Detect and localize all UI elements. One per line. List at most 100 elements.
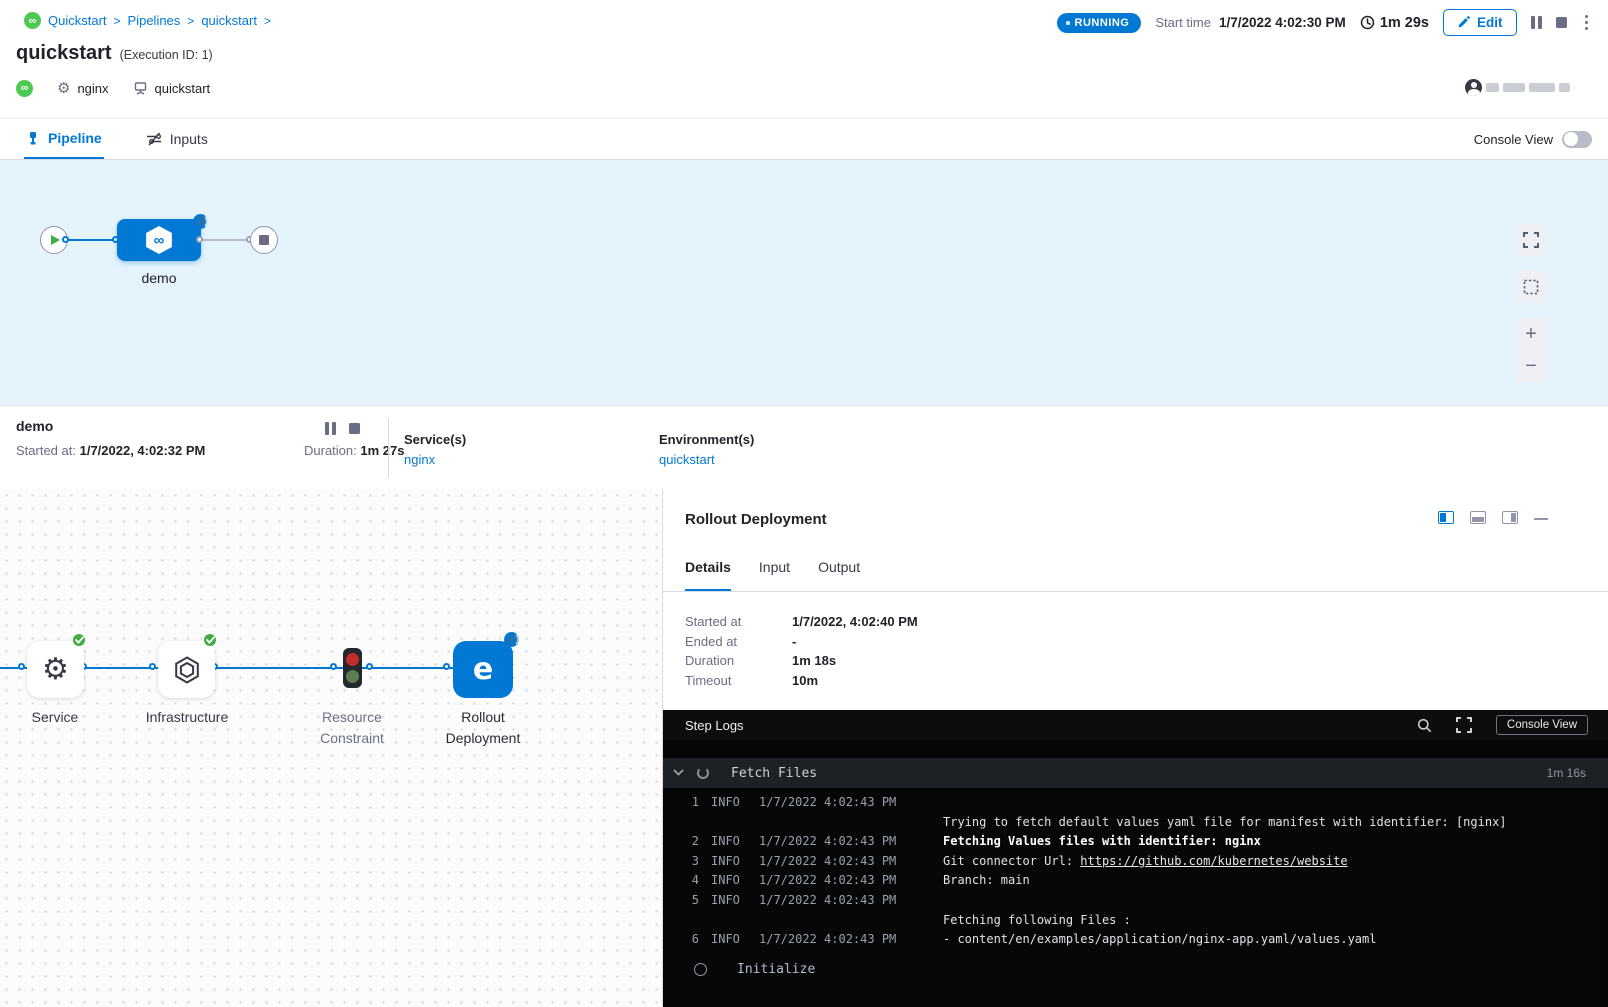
detail-label: Started at [685, 614, 792, 629]
log-row: 4INFO1/7/2022 4:02:43 PMBranch: main [663, 871, 1608, 891]
breadcrumb-link-pipeline[interactable]: quickstart [201, 13, 257, 28]
log-level: INFO [711, 832, 743, 852]
fullscreen-button[interactable] [1515, 224, 1547, 256]
logs-console-view-button[interactable]: Console View [1496, 715, 1588, 735]
tab-pipeline[interactable]: Pipeline [24, 119, 104, 159]
step-node-resource-constraint[interactable] [343, 648, 362, 688]
expand-logs-icon[interactable] [1456, 717, 1472, 733]
detail-row: Started at1/7/2022, 4:02:40 PM [685, 612, 918, 632]
rollout-e-icon: e [473, 652, 493, 687]
console-view-label: Console View [1474, 132, 1553, 147]
log-line-number: 6 [687, 930, 699, 950]
detail-row: Timeout10m [685, 671, 918, 691]
log-link[interactable]: https://github.com/kubernetes/website [1080, 854, 1347, 868]
log-message: - content/en/examples/application/nginx-… [943, 930, 1376, 950]
log-timestamp: 1/7/2022 4:02:43 PM [759, 793, 899, 813]
log-message: Git connector Url: https://github.com/ku… [943, 852, 1348, 872]
chevron-down-icon [673, 769, 684, 777]
stage-node-label: demo [109, 270, 209, 286]
zoom-controls: + − [1515, 318, 1547, 382]
layout-right-button[interactable] [1502, 511, 1518, 524]
environment-link[interactable]: quickstart [659, 452, 754, 467]
step-logs-actions: Console View [1417, 715, 1588, 735]
tab-output[interactable]: Output [818, 555, 860, 591]
detail-value: 1/7/2022, 4:02:40 PM [792, 614, 918, 629]
pencil-icon [1457, 16, 1470, 29]
zoom-in-button[interactable]: + [1515, 318, 1547, 350]
log-timestamp: 1/7/2022 4:02:43 PM [759, 891, 899, 911]
stage-duration: Duration: 1m 27s [304, 443, 404, 458]
layout-split-vertical-button[interactable] [1438, 511, 1454, 524]
log-timestamp: 1/7/2022 4:02:43 PM [759, 871, 899, 891]
log-rows: 1INFO1/7/2022 4:02:43 PMTrying to fetch … [663, 793, 1608, 950]
minimize-panel-button[interactable] [1534, 518, 1548, 520]
status-badge: RUNNING [1057, 13, 1142, 33]
service-tag[interactable]: ⚙ nginx [57, 79, 109, 97]
start-time-label: Start time [1155, 15, 1211, 30]
gear-icon: ⚙ [42, 655, 69, 685]
tab-details[interactable]: Details [685, 555, 731, 591]
pause-stage-button[interactable] [325, 422, 336, 435]
marquee-icon [1523, 279, 1539, 295]
execution-status-row: RUNNING Start time 1/7/2022 4:02:30 PM 1… [1057, 9, 1593, 36]
more-options-button[interactable] [1581, 13, 1593, 33]
stop-execution-button[interactable] [1556, 17, 1567, 28]
execution-detail-split: ⚙ Service Infrastructure Resource Constr… [0, 489, 1608, 1007]
step-node-infrastructure[interactable] [158, 641, 215, 698]
detail-label: Timeout [685, 673, 792, 688]
detail-row: Duration1m 18s [685, 651, 918, 671]
step-node-service[interactable]: ⚙ [27, 641, 84, 698]
log-line-number: 3 [687, 852, 699, 872]
view-tab-bar: Pipeline Inputs Console View [0, 118, 1608, 160]
pipeline-canvas[interactable]: ∞ demo + − [0, 160, 1608, 405]
detail-label: Duration [685, 653, 792, 668]
pause-execution-button[interactable] [1531, 16, 1542, 29]
log-row: 5INFO1/7/2022 4:02:43 PM [663, 891, 1608, 911]
tab-input[interactable]: Input [759, 555, 790, 591]
execution-graph-canvas[interactable]: ⚙ Service Infrastructure Resource Constr… [0, 489, 663, 1007]
detail-row: Ended at- [685, 632, 918, 652]
stage-cd-icon: ∞ [145, 226, 173, 254]
log-console[interactable]: Fetch Files 1m 16s 1INFO1/7/2022 4:02:43… [663, 740, 1608, 1007]
console-view-toggle[interactable] [1562, 131, 1592, 148]
section-spinner-icon [697, 767, 709, 779]
breadcrumb-separator: > [264, 14, 271, 28]
pipeline-end-node[interactable] [250, 226, 278, 254]
breadcrumb-link-project[interactable]: Quickstart [48, 13, 107, 28]
infrastructure-icon [172, 655, 202, 685]
panel-layout-controls [1438, 511, 1548, 524]
title-row: quickstart (Execution ID: 1) [16, 42, 213, 65]
service-link[interactable]: nginx [404, 452, 466, 467]
step-node-rollout-deployment[interactable]: e [453, 641, 513, 698]
log-section-fetch-files[interactable]: Fetch Files 1m 16s [663, 758, 1608, 788]
elapsed-time: 1m 29s [1360, 15, 1429, 31]
log-level [711, 813, 743, 833]
step-label-service: Service [0, 707, 115, 728]
log-row: 6INFO1/7/2022 4:02:43 PM- content/en/exa… [663, 930, 1608, 950]
node-port [196, 236, 203, 243]
redacted-account-text [1559, 83, 1570, 92]
harness-module-icon: ∞ [16, 80, 33, 97]
stop-stage-button[interactable] [349, 423, 360, 434]
log-level [711, 911, 743, 931]
tab-inputs[interactable]: Inputs [144, 119, 210, 159]
breadcrumb-link-pipelines[interactable]: Pipelines [128, 13, 181, 28]
edit-button[interactable]: Edit [1443, 9, 1517, 36]
avatar [1465, 79, 1482, 96]
zoom-out-button[interactable]: − [1515, 350, 1547, 382]
environment-tag[interactable]: quickstart [133, 81, 211, 96]
marquee-select-button[interactable] [1515, 271, 1547, 303]
log-section-initialize[interactable]: Initialize [663, 957, 1608, 983]
console-view-control: Console View [1474, 119, 1592, 159]
log-text: Fetching Values files with identifier: n… [943, 834, 1261, 848]
search-icon[interactable] [1417, 718, 1432, 733]
log-row: Trying to fetch default values yaml file… [663, 813, 1608, 833]
execution-id: (Execution ID: 1) [120, 48, 213, 62]
detail-label: Ended at [685, 634, 792, 649]
layout-bottom-button[interactable] [1470, 511, 1486, 524]
stage-node-demo[interactable]: ∞ [117, 219, 201, 261]
account-info [1465, 79, 1570, 96]
log-line-number: 4 [687, 871, 699, 891]
breadcrumb-separator: > [114, 14, 121, 28]
play-icon [51, 235, 60, 245]
